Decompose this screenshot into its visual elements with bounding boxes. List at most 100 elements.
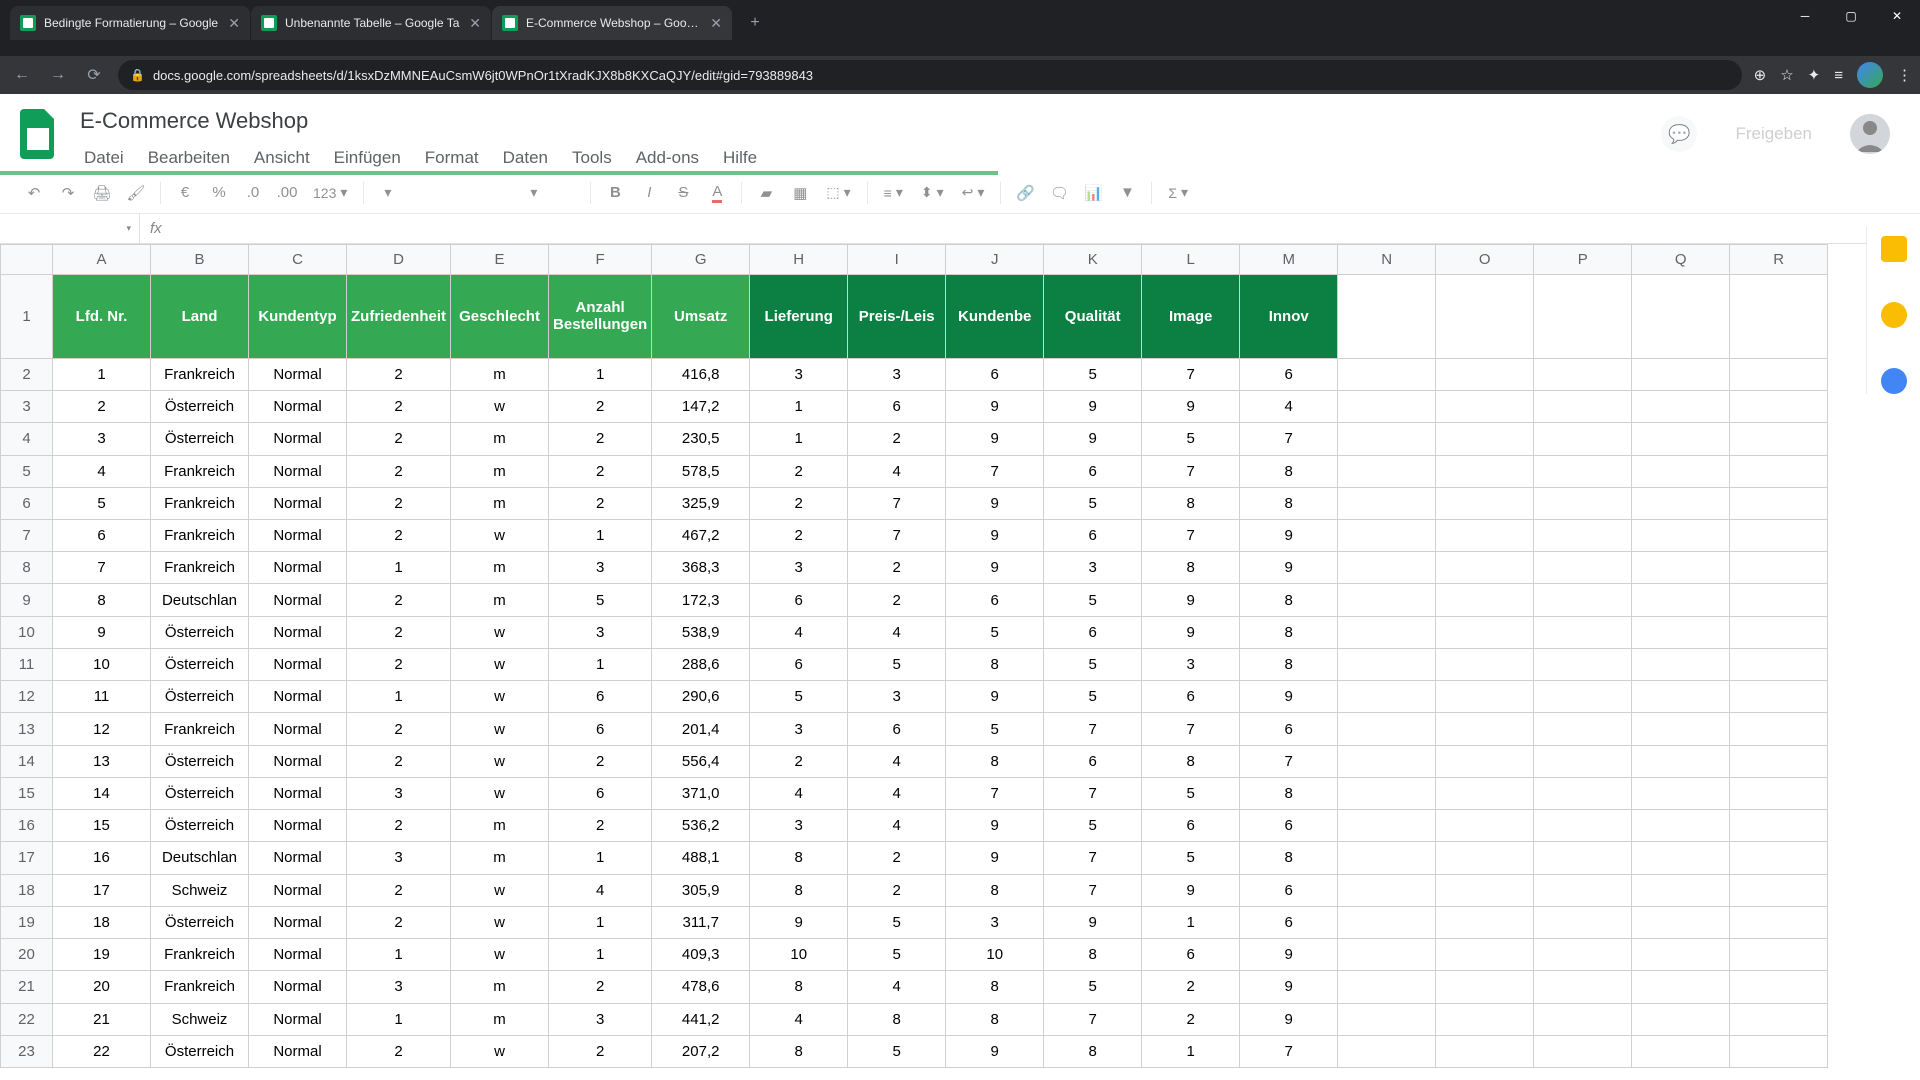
column-header[interactable]: R	[1730, 245, 1828, 275]
row-header[interactable]: 19	[1, 906, 53, 938]
cell[interactable]: Normal	[249, 939, 347, 971]
cell[interactable]: Schweiz	[151, 1003, 249, 1035]
cell[interactable]	[1632, 713, 1730, 745]
cell[interactable]	[1338, 358, 1436, 390]
cell[interactable]: 8	[1044, 939, 1142, 971]
header-cell[interactable]: Innov	[1240, 275, 1338, 359]
cell[interactable]: Normal	[249, 552, 347, 584]
cell[interactable]: 2	[347, 648, 451, 680]
cell[interactable]: Normal	[249, 648, 347, 680]
cell[interactable]: 2	[750, 487, 848, 519]
cell[interactable]: 10	[53, 648, 151, 680]
cell[interactable]: Normal	[249, 423, 347, 455]
cell[interactable]: 9	[1044, 423, 1142, 455]
cell[interactable]	[1436, 810, 1534, 842]
cell[interactable]: Schweiz	[151, 874, 249, 906]
cell[interactable]: Normal	[249, 487, 347, 519]
cell[interactable]: 5	[1044, 648, 1142, 680]
row-header[interactable]: 15	[1, 777, 53, 809]
bookmark-star-icon[interactable]: ☆	[1780, 66, 1793, 84]
cell[interactable]: 7	[1142, 713, 1240, 745]
share-button[interactable]: Freigeben	[1713, 114, 1834, 154]
cell[interactable]	[1730, 487, 1828, 519]
cell[interactable]	[1730, 777, 1828, 809]
cell[interactable]: 1	[549, 519, 652, 551]
cell[interactable]: 8	[946, 971, 1044, 1003]
column-header[interactable]: D	[347, 245, 451, 275]
percent-button[interactable]: %	[205, 179, 233, 207]
profile-avatar-icon[interactable]	[1857, 62, 1883, 88]
cell[interactable]: 6	[848, 391, 946, 423]
cell[interactable]: 3	[347, 777, 451, 809]
cell[interactable]: m	[451, 1003, 549, 1035]
cell[interactable]	[1436, 906, 1534, 938]
cell[interactable]	[1338, 552, 1436, 584]
cell[interactable]	[1436, 777, 1534, 809]
cell[interactable]	[1338, 275, 1436, 359]
menu-format[interactable]: Format	[415, 144, 489, 172]
row-header[interactable]: 7	[1, 519, 53, 551]
cell[interactable]	[1338, 713, 1436, 745]
cell[interactable]: 1	[750, 423, 848, 455]
column-header[interactable]: M	[1240, 245, 1338, 275]
browser-menu-icon[interactable]: ⋮	[1897, 66, 1910, 84]
cell[interactable]: 8	[750, 874, 848, 906]
cell[interactable]: 9	[1044, 391, 1142, 423]
cell[interactable]	[1632, 358, 1730, 390]
cell[interactable]: w	[451, 648, 549, 680]
more-formats-dropdown[interactable]: 123▾	[307, 184, 353, 201]
row-header[interactable]: 5	[1, 455, 53, 487]
cell[interactable]: 8	[1240, 842, 1338, 874]
header-cell[interactable]: Kundenbe	[946, 275, 1044, 359]
cell[interactable]	[1436, 939, 1534, 971]
cell[interactable]: 1	[347, 681, 451, 713]
cell[interactable]: 7	[1240, 1035, 1338, 1067]
select-all-corner[interactable]	[1, 245, 53, 275]
column-header[interactable]: G	[652, 245, 750, 275]
cell[interactable]	[1632, 777, 1730, 809]
cell[interactable]: 488,1	[652, 842, 750, 874]
cell[interactable]	[1534, 745, 1632, 777]
cell[interactable]: 2	[750, 519, 848, 551]
header-cell[interactable]: Lieferung	[750, 275, 848, 359]
name-box[interactable]	[0, 214, 140, 243]
cell[interactable]: 7	[946, 777, 1044, 809]
cell[interactable]: 1	[549, 358, 652, 390]
cell[interactable]	[1632, 584, 1730, 616]
cell[interactable]: 2	[750, 745, 848, 777]
row-header[interactable]: 23	[1, 1035, 53, 1067]
keep-icon[interactable]	[1881, 302, 1907, 328]
header-cell[interactable]: Umsatz	[652, 275, 750, 359]
cell[interactable]: 5	[848, 648, 946, 680]
cell[interactable]	[1632, 391, 1730, 423]
cell[interactable]: Normal	[249, 358, 347, 390]
cell[interactable]: 5	[1044, 358, 1142, 390]
browser-tab[interactable]: Bedingte Formatierung – Google ✕	[10, 6, 250, 40]
cell[interactable]: Österreich	[151, 648, 249, 680]
cell[interactable]: Normal	[249, 584, 347, 616]
header-cell[interactable]: Kundentyp	[249, 275, 347, 359]
cell[interactable]	[1730, 275, 1828, 359]
cell[interactable]	[1534, 906, 1632, 938]
cell[interactable]	[1632, 423, 1730, 455]
cell[interactable]	[1534, 616, 1632, 648]
cell[interactable]: 368,3	[652, 552, 750, 584]
cell[interactable]	[1730, 971, 1828, 1003]
cell[interactable]: 3	[347, 971, 451, 1003]
cell[interactable]: Normal	[249, 842, 347, 874]
cell[interactable]: 6	[549, 777, 652, 809]
nav-reload-icon[interactable]: ⟳	[82, 65, 106, 85]
cell[interactable]: 3	[1142, 648, 1240, 680]
cell[interactable]: Normal	[249, 745, 347, 777]
cell[interactable]: 5	[1044, 971, 1142, 1003]
cell[interactable]	[1632, 275, 1730, 359]
cell[interactable]	[1632, 745, 1730, 777]
cell[interactable]	[1338, 745, 1436, 777]
calendar-icon[interactable]	[1881, 236, 1907, 262]
chart-icon[interactable]: 📊	[1079, 179, 1107, 207]
new-tab-button[interactable]: +	[741, 9, 769, 37]
cell[interactable]: 5	[1044, 487, 1142, 519]
increase-decimal-button[interactable]: .00	[273, 179, 301, 207]
cell[interactable]: 1	[1142, 1035, 1240, 1067]
header-cell[interactable]: Preis-/Leis	[848, 275, 946, 359]
